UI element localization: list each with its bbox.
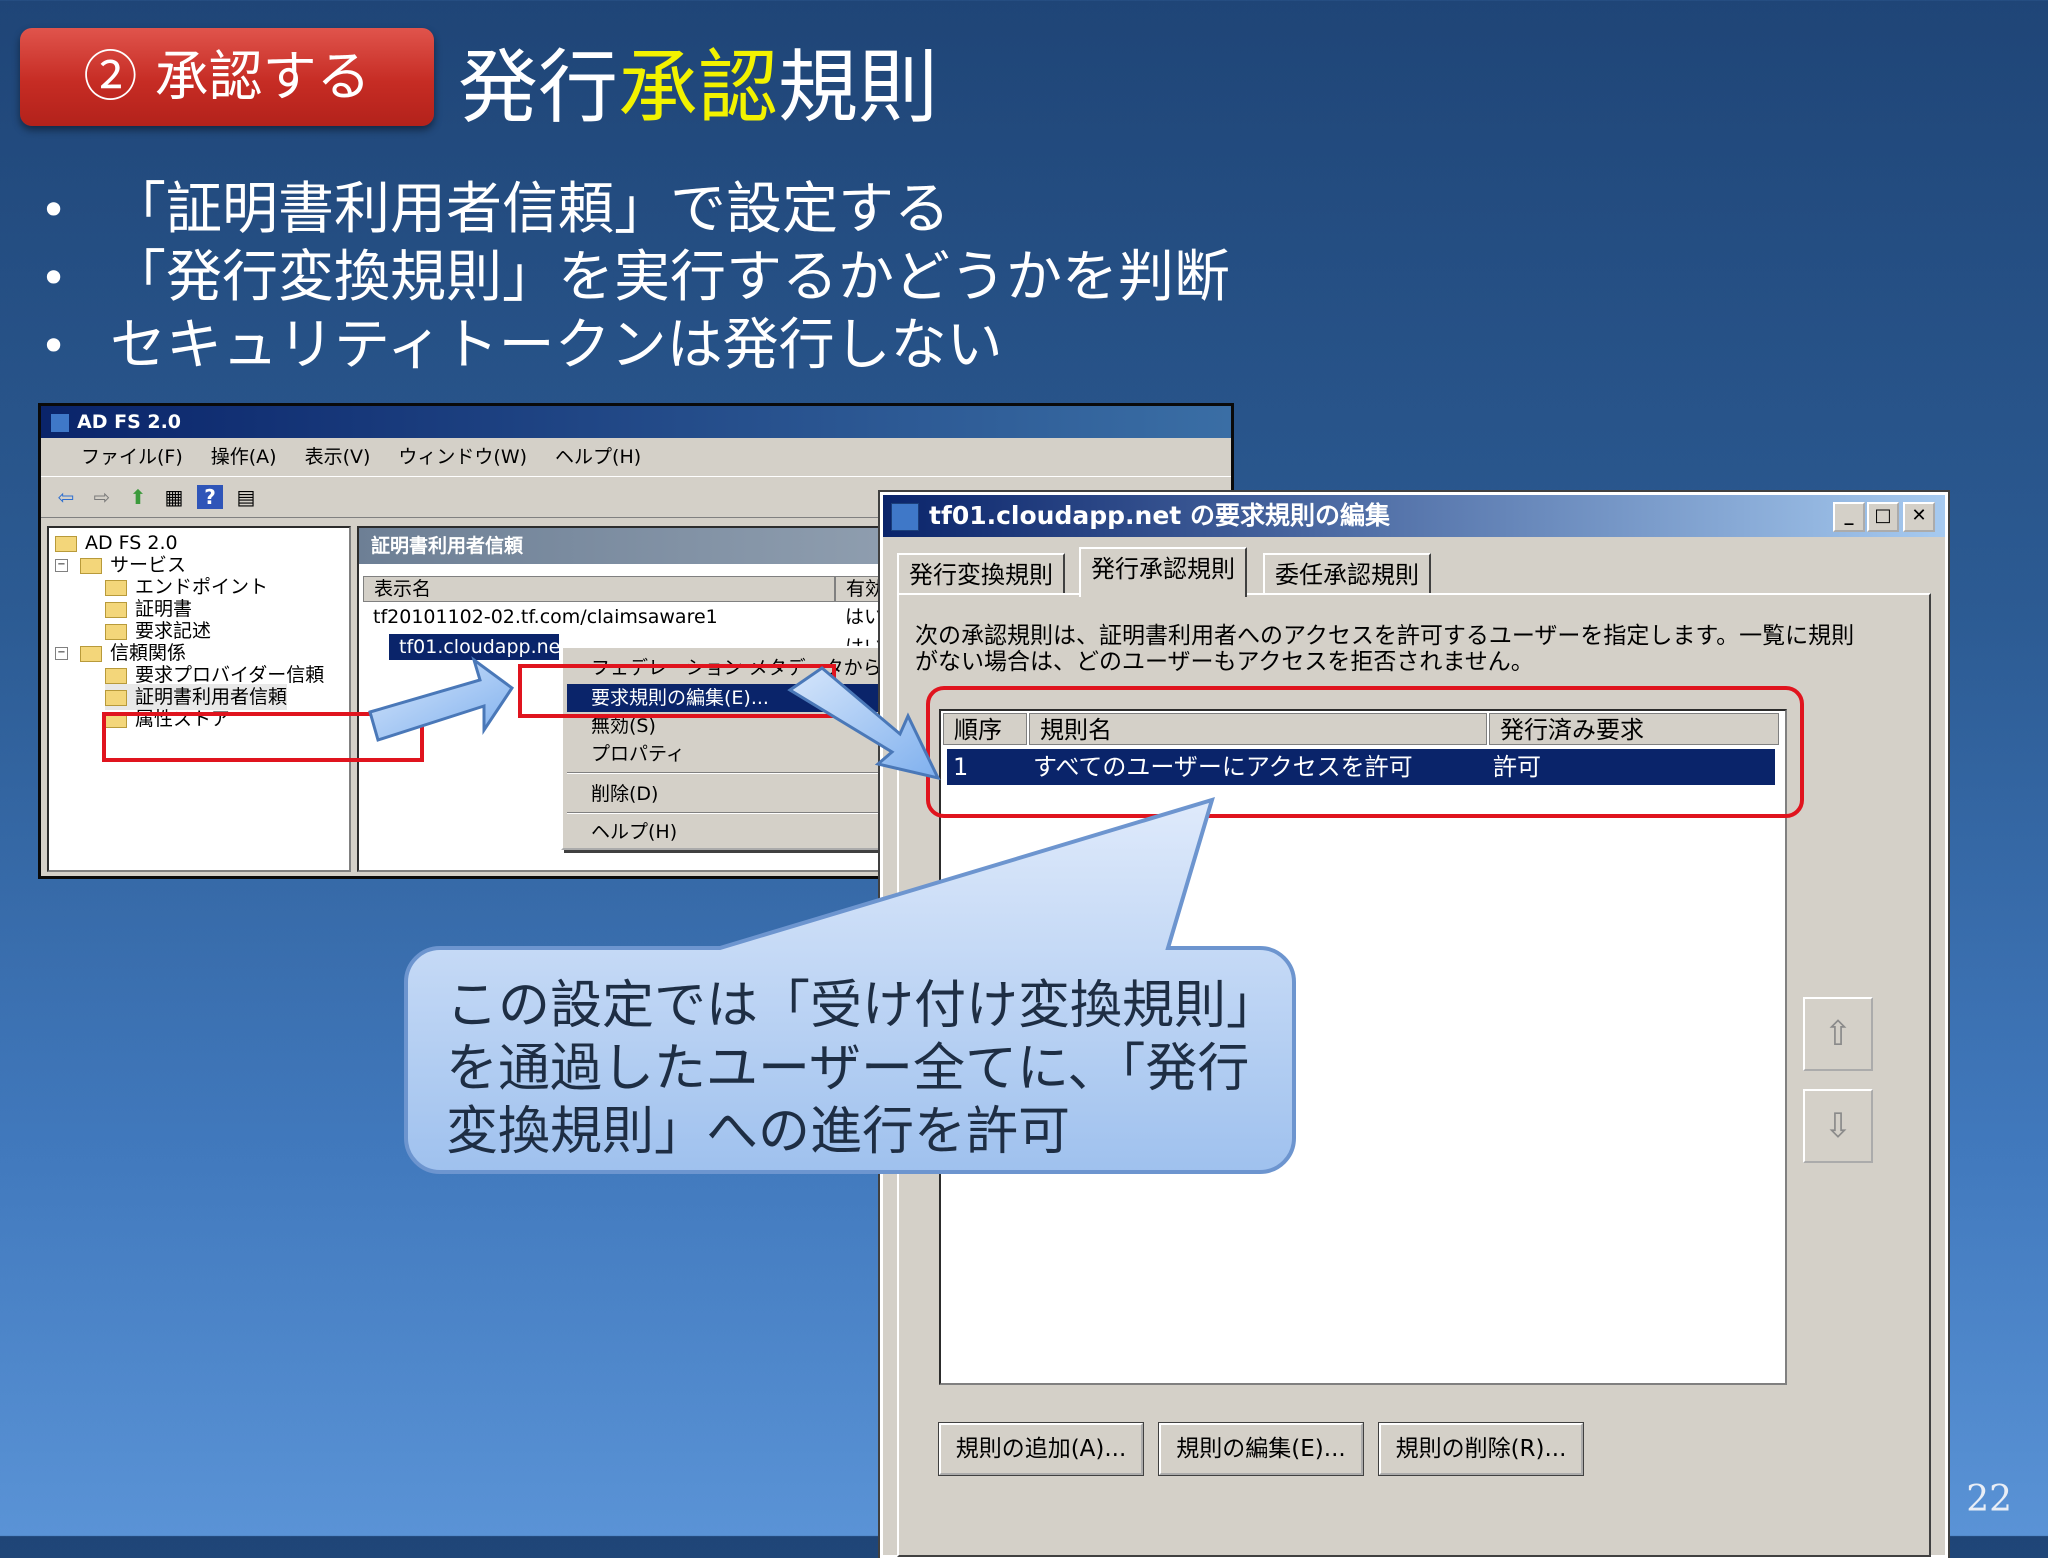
title-highlight: 承認 [618,41,778,134]
tree-label: 要求プロバイダー信頼 [135,664,325,686]
tree-label: 信頼関係 [110,642,187,664]
dialog-titlebar: tf01.cloudapp.net の要求規則の編集 _ □ ✕ [883,495,1945,537]
move-up-icon: ⇧ [1823,1014,1853,1054]
remove-rule-button[interactable]: 規則の削除(R)... [1378,1422,1584,1476]
folder-icon [55,535,77,552]
folder-icon [80,557,102,574]
tab-delegation-authorization[interactable]: 委任承認規則 [1263,553,1431,595]
description-line: 次の承認規則は、証明書利用者へのアクセスを許可するユーザーを指定します。一覧に規… [915,623,1855,649]
collapse-icon[interactable]: − [55,647,68,660]
row-enabled: はい [845,606,884,628]
move-up-button[interactable]: ⇧ [1803,997,1873,1071]
highlight-context-item [518,664,836,718]
title-prefix: 発行 [458,41,618,134]
back-icon[interactable]: ⇦ [53,485,79,509]
row-name: tf01.cloudapp.net [399,636,568,658]
table-row[interactable]: tf20101102-02.tf.com/claimsaware1 [363,604,913,630]
highlight-tree-item [102,712,424,762]
folder-icon [105,667,127,684]
bullet-item: セキュリティトークンは発行しない [40,312,1230,380]
menu-action[interactable]: 操作(A) [211,438,277,476]
tree-label: 証明書 [135,598,193,620]
help-icon[interactable]: ? [197,485,223,509]
tree-label: エンドポイント [135,576,269,598]
callout-text: この設定では「受け付け変換規則」を通過したユーザー全てに、「発行変換規則」への進… [446,976,1279,1162]
page-number: 22 [1966,1479,2012,1520]
bullet-list: 「証明書利用者信頼」で設定する 「発行変換規則」を実行するかどうかを判断 セキュ… [40,176,1230,380]
tree-label: 証明書利用者信頼 [135,686,288,708]
description-line: がない場合は、どのユーザーもアクセスを拒否されません。 [915,649,1534,675]
menu-file[interactable]: ファイル(F) [81,438,183,476]
menu-window[interactable]: ウィンドウ(W) [398,438,527,476]
collapse-icon[interactable]: − [55,559,68,572]
menu-help[interactable]: ヘルプ(H) [555,438,641,476]
slide-title: 発行承認規則 [458,38,938,138]
step-badge: ② 承認する [20,28,434,126]
tree-label: サービス [110,554,187,576]
folder-icon [105,601,127,618]
column-display-name[interactable]: 表示名 [363,576,835,602]
console-tree: AD FS 2.0 − サービス エンドポイント 証明書 要求記述 − 信頼関係 要… [47,526,351,872]
bullet-item: 「発行変換規則」を実行するかどうかを判断 [40,244,1230,312]
console-app-icon [51,413,69,432]
console-titlebar: AD FS 2.0 [41,406,1231,438]
folder-icon [105,579,127,596]
tab-issuance-authorization[interactable]: 発行承認規則 [1079,547,1247,597]
menu-item-properties[interactable]: プロパティ [567,740,907,768]
forward-icon[interactable]: ⇨ [89,485,115,509]
title-suffix: 規則 [778,41,938,134]
console-menubar: ファイル(F) 操作(A) 表示(V) ウィンドウ(W) ヘルプ(H) [41,438,1231,476]
edit-rule-button[interactable]: 規則の編集(E)... [1158,1422,1364,1476]
rules-description: 次の承認規則は、証明書利用者へのアクセスを許可するユーザーを指定します。一覧に規… [915,623,1915,675]
move-down-icon: ⇩ [1823,1106,1853,1146]
add-rule-button[interactable]: 規則の追加(A)... [938,1422,1144,1476]
console-title: AD FS 2.0 [77,411,182,433]
tree-label: AD FS 2.0 [85,532,178,554]
dialog-title: tf01.cloudapp.net の要求規則の編集 [929,501,1390,530]
up-folder-icon[interactable]: ⬆ [125,485,151,509]
move-down-button[interactable]: ⇩ [1803,1089,1873,1163]
folder-icon [105,623,127,640]
tab-issuance-transform[interactable]: 発行変換規則 [897,553,1065,595]
minimize-icon[interactable]: _ [1833,502,1865,532]
bullet-item: 「証明書利用者信頼」で設定する [40,176,1230,244]
folder-icon [105,689,127,706]
table-row-selected[interactable]: tf01.cloudapp.net [389,634,568,660]
menu-separator [567,772,907,774]
folder-icon [80,645,102,662]
close-icon[interactable]: ✕ [1903,502,1935,532]
properties-icon[interactable]: ▤ [233,485,259,509]
tree-label: 要求記述 [135,620,212,642]
row-name: tf20101102-02.tf.com/claimsaware1 [373,606,718,628]
show-hide-tree-icon[interactable]: ▦ [161,485,187,509]
dialog-app-icon [891,503,919,531]
menu-view[interactable]: 表示(V) [305,438,371,476]
maximize-icon[interactable]: □ [1867,502,1899,532]
